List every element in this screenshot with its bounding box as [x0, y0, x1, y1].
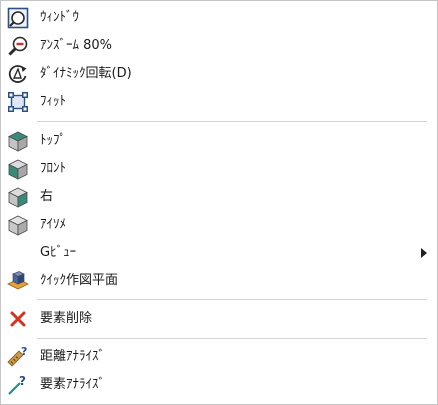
zoom-out-icon — [7, 35, 29, 57]
menu-item-fit[interactable]: ﾌｨｯﾄ — [2, 88, 436, 116]
view-iso-icon — [7, 214, 29, 236]
quick-plane-icon — [7, 270, 29, 292]
menu-item-view-front[interactable]: ﾌﾛﾝﾄ — [2, 155, 436, 183]
menu-item-label: ﾄｯﾌﾟ — [40, 133, 66, 148]
menu-item-quick-plane[interactable]: ｸｲｯｸ作図平面 — [2, 267, 436, 295]
view-right-icon — [7, 186, 29, 208]
menu-item-label: ｸｲｯｸ作図平面 — [40, 273, 119, 288]
menu-item-label: ｱｲｿﾒ — [40, 217, 66, 232]
menu-item-g-view[interactable]: Gﾋﾞｭｰ — [2, 239, 436, 267]
menu-item-label: ｱﾝｽﾞｰﾑ 80% — [40, 38, 113, 53]
zoom-window-icon — [7, 7, 29, 29]
menu-item-label: 要素ｱﾅﾗｲｽﾞ — [40, 377, 106, 392]
menu-separator — [37, 121, 427, 122]
menu-item-label: ﾌﾛﾝﾄ — [40, 161, 66, 176]
menu-separator — [37, 299, 427, 300]
menu-item-view-iso[interactable]: ｱｲｿﾒ — [2, 211, 436, 239]
menu-item-distance-analyze[interactable]: ? 距離ｱﾅﾗｲｽﾞ — [2, 343, 436, 371]
menu-item-view-top[interactable]: ﾄｯﾌﾟ — [2, 127, 436, 155]
dynamic-rotate-icon — [7, 63, 29, 85]
context-menu: ｳｨﾝﾄﾞｳ ｱﾝｽﾞｰﾑ 80% ﾀﾞｲﾅﾐｯｸ回転(D) ﾌｨｯﾄ ﾄｯﾌﾟ… — [0, 0, 438, 405]
svg-text:?: ? — [19, 374, 26, 388]
svg-text:?: ? — [21, 346, 27, 358]
menu-item-label: 要素削除 — [40, 311, 93, 326]
menu-item-dynamic-rotate[interactable]: ﾀﾞｲﾅﾐｯｸ回転(D) — [2, 60, 436, 88]
menu-item-label: Gﾋﾞｭｰ — [40, 245, 77, 260]
menu-item-label: ﾀﾞｲﾅﾐｯｸ回転(D) — [40, 66, 132, 81]
menu-item-view-right[interactable]: 右 — [2, 183, 436, 211]
distance-analyze-icon: ? — [7, 346, 29, 368]
view-front-icon — [7, 158, 29, 180]
menu-item-delete-element[interactable]: 要素削除 — [2, 305, 436, 333]
fit-icon — [7, 91, 29, 113]
view-top-icon — [7, 130, 29, 152]
delete-x-icon — [7, 308, 29, 330]
submenu-arrow-icon — [421, 248, 427, 258]
menu-item-zoom-window[interactable]: ｳｨﾝﾄﾞｳ — [2, 4, 436, 32]
element-analyze-icon: ? — [7, 374, 29, 396]
menu-item-label: 右 — [40, 189, 54, 204]
menu-item-label: ﾌｨｯﾄ — [40, 94, 66, 109]
menu-item-element-analyze[interactable]: ? 要素ｱﾅﾗｲｽﾞ — [2, 371, 436, 399]
menu-item-label: ｳｨﾝﾄﾞｳ — [40, 10, 79, 25]
menu-item-zoom-out[interactable]: ｱﾝｽﾞｰﾑ 80% — [2, 32, 436, 60]
menu-item-label: 距離ｱﾅﾗｲｽﾞ — [40, 349, 106, 364]
menu-separator — [37, 338, 427, 339]
